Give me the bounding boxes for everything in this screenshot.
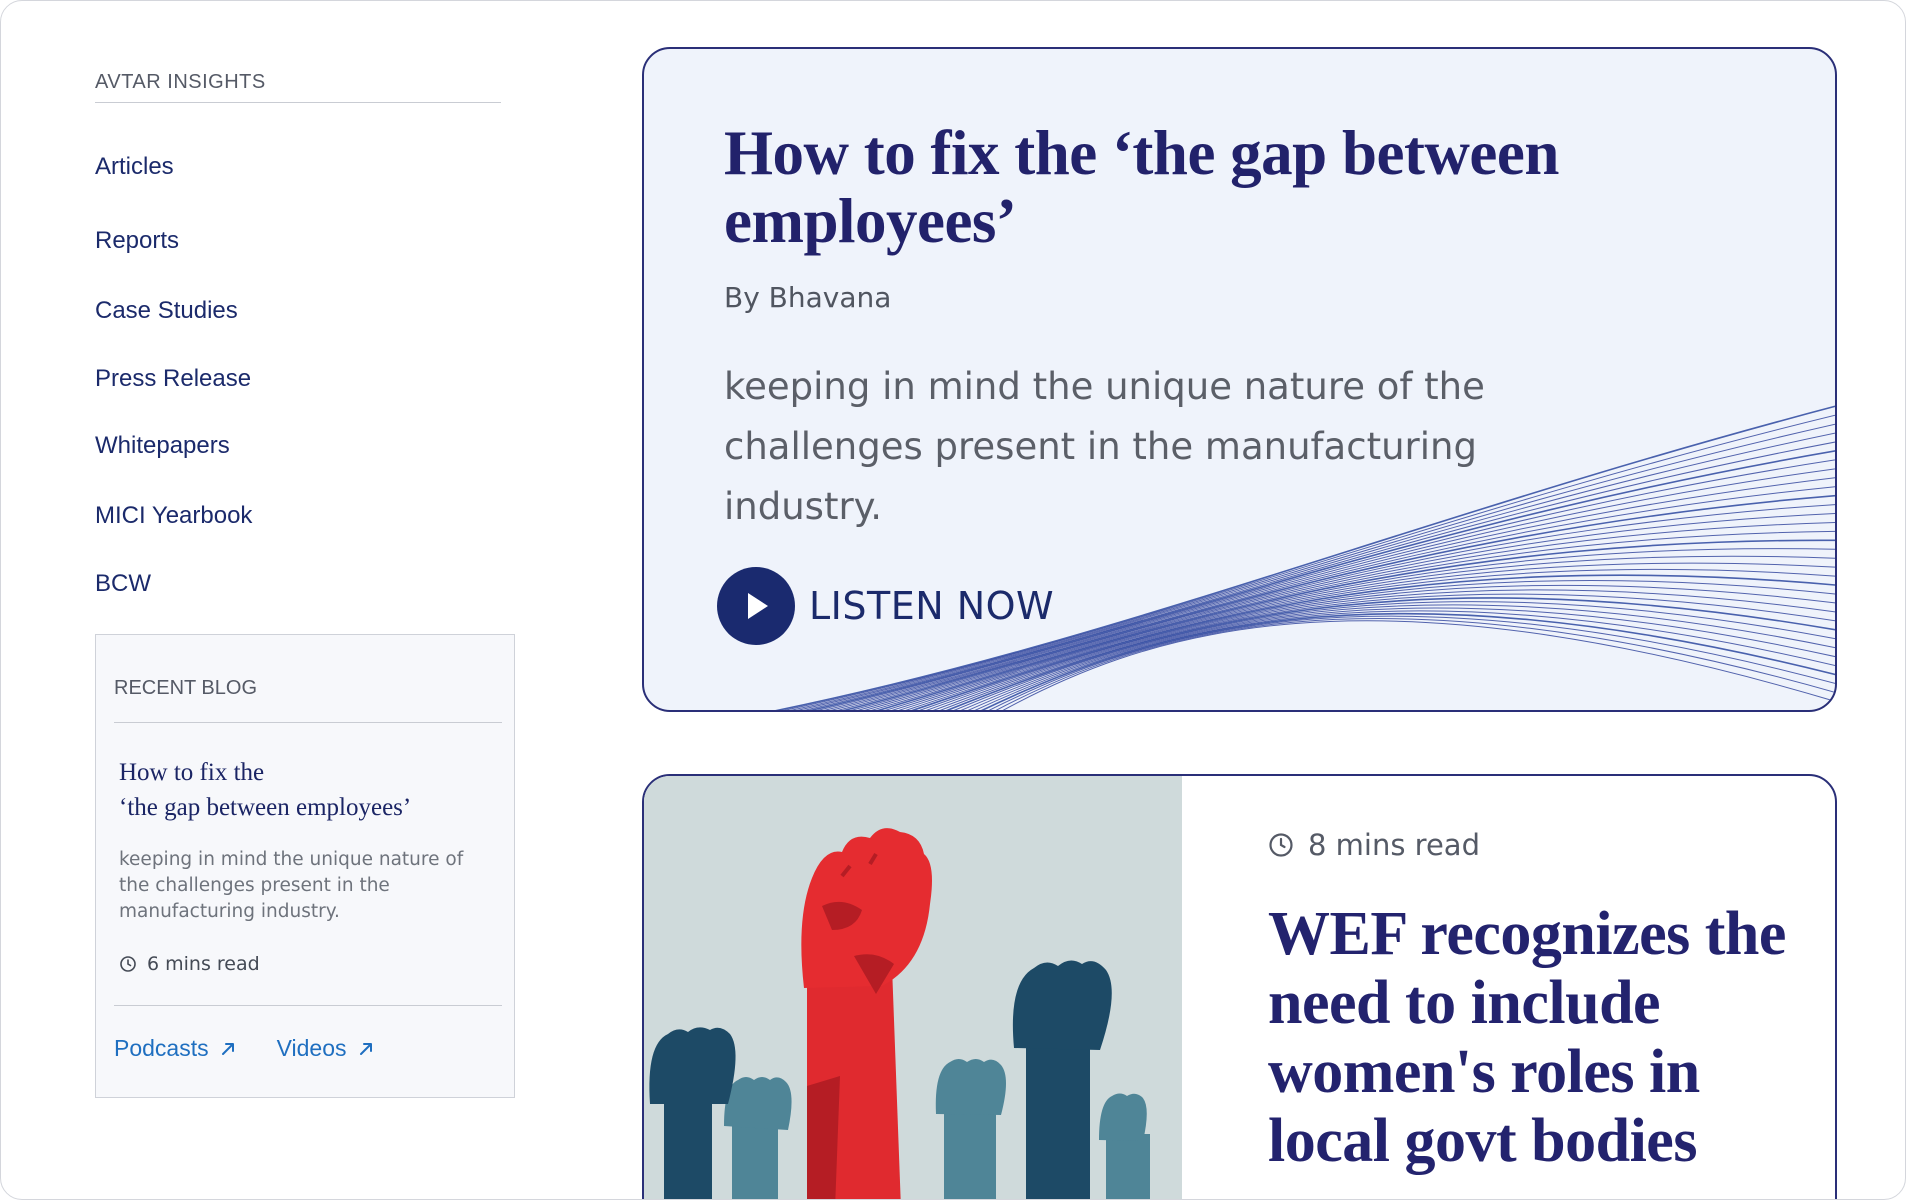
recent-blog-title-line2: ‘the gap between employees’ <box>119 794 412 821</box>
sidebar-link-whitepapers[interactable]: Whitepapers <box>95 432 230 459</box>
article-card[interactable]: 8 mins read WEF recognizes the need to i… <box>642 774 1837 1199</box>
sidebar-item-reports[interactable]: Reports <box>95 227 179 255</box>
featured-article-excerpt: keeping in mind the unique nature of the… <box>724 365 1485 528</box>
videos-link[interactable]: Videos <box>277 1035 375 1062</box>
recent-blog-title[interactable]: How to fix the ‘the gap between employee… <box>119 755 459 825</box>
arrow-up-right-icon <box>359 1042 372 1055</box>
recent-blog-read-time: 6 mins read <box>147 953 260 975</box>
sidebar-link-bcw[interactable]: BCW <box>95 570 151 597</box>
play-icon[interactable] <box>717 567 795 645</box>
article-card-meta: 8 mins read <box>1268 828 1480 862</box>
recent-blog-panel: RECENT BLOG How to fix the ‘the gap betw… <box>95 634 515 1098</box>
listen-now-button[interactable]: LISTEN NOW <box>717 567 1054 645</box>
article-card-read-time: 8 mins read <box>1308 828 1480 862</box>
sidebar-item-articles[interactable]: Articles <box>95 153 174 181</box>
clock-icon <box>1269 833 1293 857</box>
sidebar-item-press-release[interactable]: Press Release <box>95 365 251 393</box>
recent-blog-title-line1: How to fix the <box>119 759 265 786</box>
page-frame: AVTAR INSIGHTS Articles Reports Case Stu… <box>0 0 1906 1200</box>
sidebar-item-bcw[interactable]: BCW <box>95 570 151 598</box>
sidebar-item-case-studies[interactable]: Case Studies <box>95 297 238 325</box>
podcasts-link[interactable]: Podcasts <box>114 1035 237 1062</box>
sidebar-link-reports[interactable]: Reports <box>95 227 179 254</box>
videos-link-label: Videos <box>276 1035 347 1061</box>
recent-blog-heading: RECENT BLOG <box>114 677 502 723</box>
recent-blog-meta: 6 mins read <box>119 953 260 975</box>
sidebar-link-press-release[interactable]: Press Release <box>95 365 251 392</box>
podcasts-link-label: Podcasts <box>114 1035 209 1061</box>
recent-blog-links: Podcasts Videos <box>114 1035 375 1062</box>
sidebar-link-articles[interactable]: Articles <box>95 153 174 180</box>
featured-article-card[interactable]: How to fix the ‘the gap between employee… <box>642 47 1837 712</box>
sidebar-item-mici-yearbook[interactable]: MICI Yearbook <box>95 502 252 530</box>
sidebar-link-case-studies[interactable]: Case Studies <box>95 297 238 324</box>
sidebar-link-mici-yearbook[interactable]: MICI Yearbook <box>95 502 252 529</box>
listen-now-label[interactable]: LISTEN NOW <box>809 584 1054 628</box>
recent-blog-divider <box>114 1005 502 1006</box>
raised-fists-image <box>644 776 1182 1199</box>
sidebar: AVTAR INSIGHTS Articles Reports Case Stu… <box>95 71 517 1098</box>
arrow-up-right-icon <box>221 1042 234 1055</box>
featured-article-author: By Bhavana <box>724 281 892 314</box>
recent-blog-excerpt: keeping in mind the unique nature of the… <box>119 849 464 922</box>
article-card-title[interactable]: WEF recognizes the need to include women… <box>1268 900 1798 1176</box>
featured-article-title[interactable]: How to fix the ‘the gap between employee… <box>724 119 1624 255</box>
sidebar-item-whitepapers[interactable]: Whitepapers <box>95 432 230 460</box>
sidebar-heading: AVTAR INSIGHTS <box>95 71 501 103</box>
clock-icon <box>120 956 136 972</box>
